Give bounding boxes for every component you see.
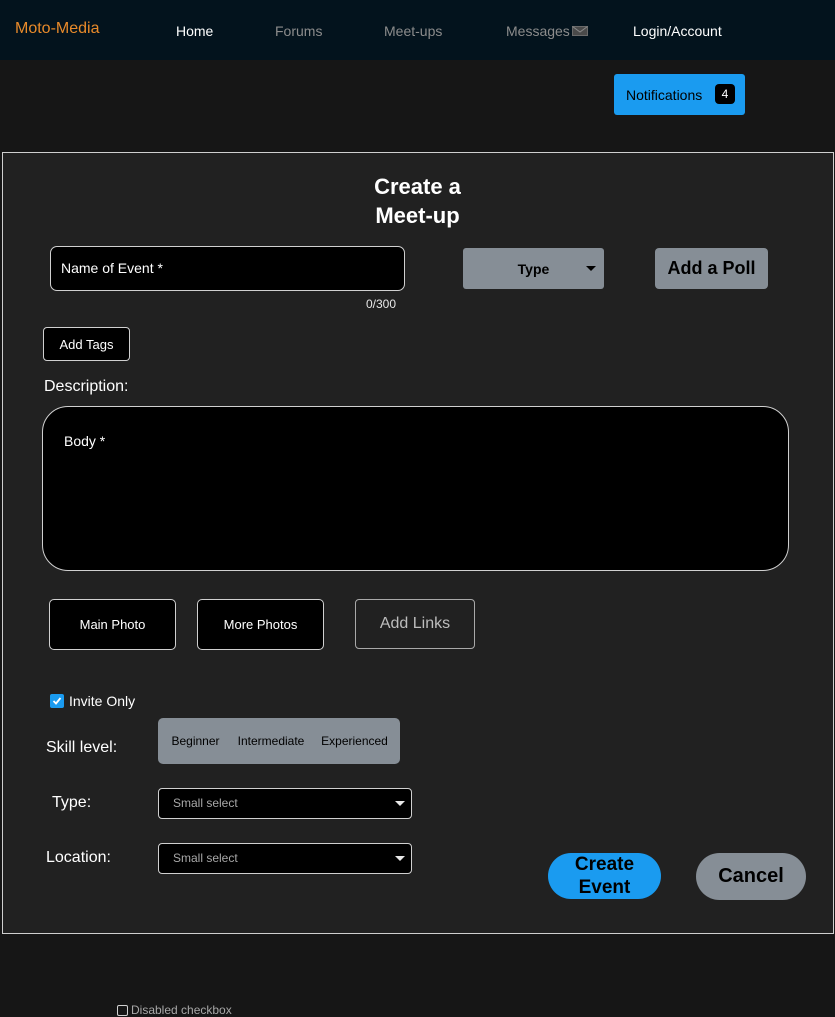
description-label: Description: bbox=[44, 378, 129, 395]
caret-down-icon bbox=[395, 801, 405, 806]
create-event-line-1: Create bbox=[574, 854, 635, 875]
type-dropdown[interactable]: Type bbox=[463, 248, 604, 289]
skill-level-button-group: Beginner Intermediate Experienced bbox=[158, 718, 400, 764]
caret-down-icon bbox=[395, 856, 405, 861]
type-dropdown-label: Type bbox=[517, 260, 550, 277]
type-select[interactable]: Small select bbox=[158, 788, 412, 819]
caret-down-icon bbox=[586, 266, 596, 271]
envelope-icon bbox=[571, 26, 588, 36]
page-title-line-1: Create a bbox=[374, 174, 461, 199]
nav-link-messages-label: Messages bbox=[506, 23, 570, 39]
skill-experienced-button[interactable]: Experienced bbox=[309, 718, 400, 764]
type-label: Type: bbox=[52, 794, 92, 811]
nav-link-meetups[interactable]: Meet-ups bbox=[384, 23, 442, 39]
create-event-button[interactable]: Create Event bbox=[548, 853, 661, 899]
nav-link-forums[interactable]: Forums bbox=[275, 23, 322, 39]
page-title-line-2: Meet-up bbox=[375, 203, 460, 228]
nav-link-login-account[interactable]: Login/Account bbox=[633, 23, 722, 39]
disabled-checkbox bbox=[117, 1005, 128, 1016]
skill-intermediate-button[interactable]: Intermediate bbox=[233, 718, 309, 764]
type-select-value: Small select bbox=[173, 796, 238, 810]
main-photo-button[interactable]: Main Photo bbox=[49, 599, 176, 650]
invite-only-label: Invite Only bbox=[69, 693, 136, 709]
skill-level-label: Skill level: bbox=[46, 739, 118, 756]
brand-logo[interactable]: Moto-Media bbox=[15, 20, 99, 38]
skill-beginner-button[interactable]: Beginner bbox=[158, 718, 233, 764]
char-counter: 0/300 bbox=[366, 297, 397, 311]
nav-link-home[interactable]: Home bbox=[176, 23, 213, 39]
cancel-button[interactable]: Cancel bbox=[696, 853, 806, 900]
page-title: Create a Meet-up bbox=[0, 172, 835, 230]
disabled-checkbox-label: Disabled checkbox bbox=[131, 1003, 232, 1017]
notifications-label: Notifications bbox=[626, 86, 703, 103]
invite-only-checkbox[interactable] bbox=[50, 694, 64, 708]
checkmark-icon bbox=[52, 697, 62, 705]
location-select[interactable]: Small select bbox=[158, 843, 412, 874]
body-textarea[interactable]: Body * bbox=[42, 406, 789, 571]
more-photos-button[interactable]: More Photos bbox=[197, 599, 324, 650]
create-event-line-2: Event bbox=[578, 877, 631, 898]
notifications-count-badge: 4 bbox=[715, 84, 735, 104]
add-links-button[interactable]: Add Links bbox=[355, 599, 475, 649]
nav-link-messages[interactable]: Messages bbox=[506, 23, 588, 39]
add-tags-button[interactable]: Add Tags bbox=[43, 327, 130, 361]
location-select-value: Small select bbox=[173, 851, 238, 865]
event-name-input[interactable]: Name of Event * bbox=[50, 246, 405, 291]
location-label: Location: bbox=[46, 849, 111, 866]
notifications-button[interactable]: Notifications 4 bbox=[614, 74, 745, 115]
add-poll-button[interactable]: Add a Poll bbox=[655, 248, 768, 289]
